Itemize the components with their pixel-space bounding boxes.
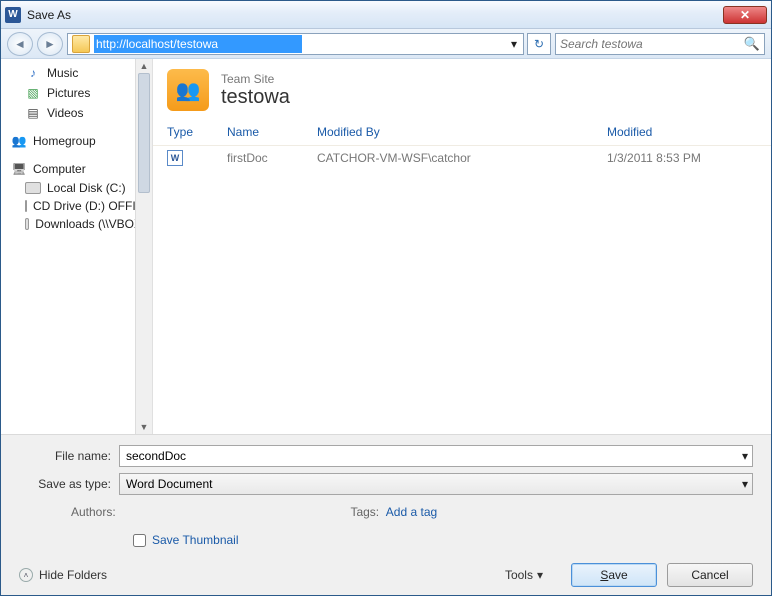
file-modified: 1/3/2011 8:53 PM bbox=[607, 151, 757, 165]
computer-icon: 🖥 bbox=[11, 161, 27, 177]
word-doc-icon: W bbox=[167, 150, 183, 166]
save-thumbnail-label[interactable]: Save Thumbnail bbox=[152, 533, 239, 547]
pictures-icon: ▧ bbox=[25, 85, 41, 101]
search-box[interactable]: 🔍 bbox=[555, 33, 765, 55]
file-list-pane: 👥 Team Site testowa Type Name Modified B… bbox=[153, 59, 771, 434]
arrow-left-icon: ◄ bbox=[14, 37, 26, 51]
save-type-label: Save as type: bbox=[19, 477, 119, 491]
network-drive-icon bbox=[25, 218, 29, 230]
sidebar-item-cd-drive[interactable]: CD Drive (D:) OFFICE14 bbox=[1, 197, 152, 215]
footer-panel: File name: secondDoc ▾ Save as type: Wor… bbox=[1, 434, 771, 595]
sidebar-label: Videos bbox=[47, 106, 83, 120]
library-subtitle: Team Site bbox=[221, 72, 290, 86]
chevron-down-icon[interactable]: ▾ bbox=[742, 477, 748, 491]
column-headers[interactable]: Type Name Modified By Modified bbox=[153, 119, 771, 146]
sidebar-label: Computer bbox=[33, 162, 86, 176]
chevron-down-icon: ▾ bbox=[511, 37, 517, 51]
titlebar[interactable]: W Save As ✕ bbox=[1, 1, 771, 29]
chevron-down-icon: ▾ bbox=[537, 568, 543, 582]
save-button[interactable]: Save bbox=[571, 563, 657, 587]
close-button[interactable]: ✕ bbox=[723, 6, 767, 24]
word-app-icon: W bbox=[5, 7, 21, 23]
scroll-down-icon[interactable]: ▼ bbox=[136, 420, 152, 434]
scrollbar-thumb[interactable] bbox=[138, 73, 150, 193]
save-as-dialog: W Save As ✕ ◄ ► http://localhost/testowa… bbox=[0, 0, 772, 596]
sidebar-item-computer[interactable]: 🖥 Computer bbox=[1, 159, 152, 179]
sidebar-label: Local Disk (C:) bbox=[47, 181, 126, 195]
sidebar-label: Music bbox=[47, 66, 78, 80]
authors-label: Authors: bbox=[71, 505, 116, 519]
save-type-dropdown[interactable]: Word Document ▾ bbox=[119, 473, 753, 495]
music-icon: ♪ bbox=[25, 65, 41, 81]
refresh-icon: ↻ bbox=[534, 37, 544, 51]
sidebar-item-music[interactable]: ♪ Music bbox=[1, 63, 152, 83]
refresh-button[interactable]: ↻ bbox=[527, 33, 551, 55]
videos-icon: ▤ bbox=[25, 105, 41, 121]
chevron-down-icon[interactable]: ▾ bbox=[742, 449, 748, 463]
window-title: Save As bbox=[27, 8, 723, 22]
filename-label: File name: bbox=[19, 449, 119, 463]
tools-dropdown[interactable]: Tools ▾ bbox=[505, 568, 543, 582]
tags-label: Tags: bbox=[350, 505, 379, 519]
navigation-bar: ◄ ► http://localhost/testowa ▾ ↻ 🔍 bbox=[1, 29, 771, 59]
sidebar-scrollbar[interactable]: ▲ ▼ bbox=[135, 59, 152, 434]
forward-button[interactable]: ► bbox=[37, 32, 63, 56]
cancel-button[interactable]: Cancel bbox=[667, 563, 753, 587]
col-modified[interactable]: Modified bbox=[607, 125, 757, 139]
col-name[interactable]: Name bbox=[227, 125, 317, 139]
team-site-icon: 👥 bbox=[167, 69, 209, 111]
chevron-up-icon: ˄ bbox=[19, 568, 33, 582]
address-bar[interactable]: http://localhost/testowa ▾ bbox=[67, 33, 524, 55]
save-thumbnail-checkbox[interactable] bbox=[133, 534, 146, 547]
cancel-label: Cancel bbox=[691, 568, 728, 582]
scroll-up-icon[interactable]: ▲ bbox=[136, 59, 152, 73]
sidebar-label: Downloads (\\VBOX) bbox=[35, 217, 146, 231]
hide-folders-label: Hide Folders bbox=[39, 568, 107, 582]
library-header: 👥 Team Site testowa bbox=[153, 59, 771, 119]
drive-icon bbox=[25, 182, 41, 194]
disc-icon bbox=[25, 200, 27, 212]
file-modified-by: CATCHOR-VM-WSF\catchor bbox=[317, 151, 607, 165]
save-label: ave bbox=[608, 568, 627, 582]
arrow-right-icon: ► bbox=[44, 37, 56, 51]
back-button[interactable]: ◄ bbox=[7, 32, 33, 56]
hide-folders-button[interactable]: ˄ Hide Folders bbox=[19, 568, 107, 582]
library-title: testowa bbox=[221, 86, 290, 109]
col-modified-by[interactable]: Modified By bbox=[317, 125, 607, 139]
file-name: firstDoc bbox=[227, 151, 317, 165]
address-input[interactable]: http://localhost/testowa bbox=[94, 35, 302, 53]
close-icon: ✕ bbox=[740, 8, 750, 22]
sidebar-item-homegroup[interactable]: 👥 Homegroup bbox=[1, 131, 152, 151]
address-dropdown[interactable]: ▾ bbox=[505, 37, 523, 51]
search-input[interactable] bbox=[560, 37, 744, 51]
file-row[interactable]: W firstDoc CATCHOR-VM-WSF\catchor 1/3/20… bbox=[153, 146, 771, 170]
sidebar-item-downloads[interactable]: Downloads (\\VBOX) bbox=[1, 215, 152, 233]
sidebar-item-videos[interactable]: ▤ Videos bbox=[1, 103, 152, 123]
sidebar-item-local-disk[interactable]: Local Disk (C:) bbox=[1, 179, 152, 197]
filename-input[interactable]: secondDoc ▾ bbox=[119, 445, 753, 467]
filename-value: secondDoc bbox=[126, 449, 186, 463]
sidebar-label: Pictures bbox=[47, 86, 90, 100]
navigation-pane[interactable]: ♪ Music ▧ Pictures ▤ Videos 👥 Homegroup 🖥 Com… bbox=[1, 59, 153, 434]
save-type-value: Word Document bbox=[126, 477, 212, 491]
search-icon: 🔍 bbox=[744, 36, 760, 52]
folder-icon bbox=[72, 35, 90, 53]
sidebar-label: Homegroup bbox=[33, 134, 96, 148]
add-tag-link[interactable]: Add a tag bbox=[386, 505, 437, 519]
homegroup-icon: 👥 bbox=[11, 133, 27, 149]
tools-label: Tools bbox=[505, 568, 533, 582]
sidebar-item-pictures[interactable]: ▧ Pictures bbox=[1, 83, 152, 103]
col-type[interactable]: Type bbox=[167, 125, 227, 139]
